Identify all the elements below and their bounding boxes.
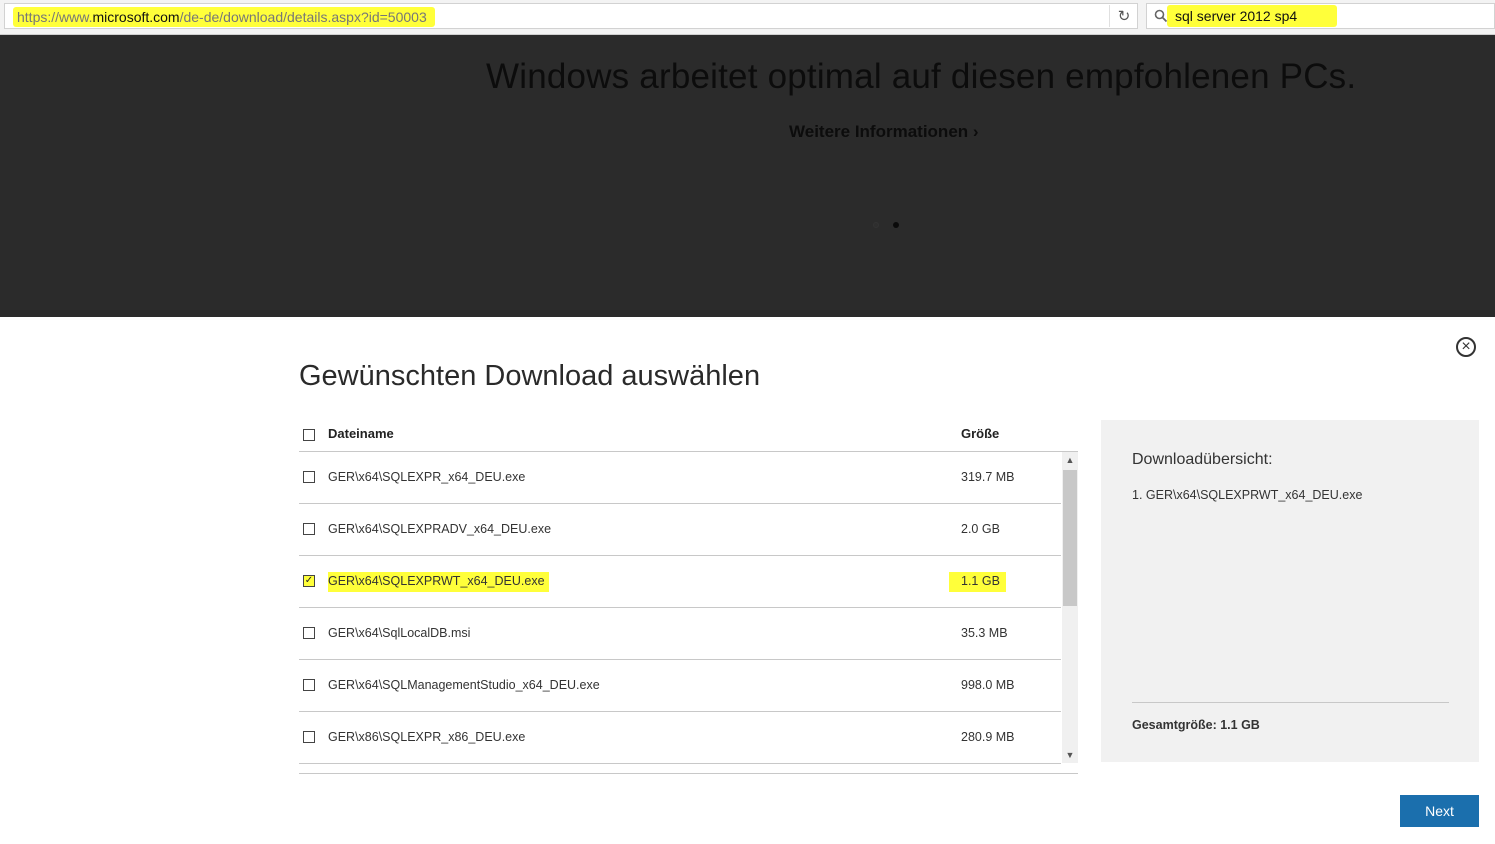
more-info-link-label: Weitere Informationen (789, 122, 969, 141)
scroll-thumb[interactable] (1063, 470, 1077, 606)
file-checkbox[interactable] (303, 523, 315, 535)
column-header-size: Größe (961, 426, 1000, 441)
file-name: GER\x64\SQLEXPR_x64_DEU.exe (328, 470, 526, 484)
dialog-title: Gewünschten Download auswählen (299, 360, 761, 392)
file-size: 998.0 MB (961, 678, 1015, 692)
column-header-name: Dateiname (328, 426, 394, 441)
file-checkbox[interactable] (303, 731, 315, 743)
download-summary-panel: Downloadübersicht: 1. GER\x64\SQLEXPRWT_… (1101, 420, 1479, 762)
file-name: GER\x64\SqlLocalDB.msi (328, 626, 471, 640)
table-row[interactable]: GER\x64\SQLManagementStudio_x64_DEU.exe 9… (299, 660, 1061, 712)
file-checkbox[interactable] (303, 679, 315, 691)
carousel-indicators (873, 215, 913, 233)
file-size: 35.3 MB (961, 626, 1008, 640)
file-list-scrollbar[interactable]: ▲ ▼ (1062, 452, 1078, 763)
file-size: 1.1 GB (949, 572, 1006, 592)
carousel-dot[interactable] (873, 222, 879, 228)
file-name: GER\x64\SQLManagementStudio_x64_DEU.exe (328, 678, 600, 692)
browser-search-box[interactable]: sql server 2012 sp4 (1146, 3, 1495, 29)
summary-item: 1. GER\x64\SQLEXPRWT_x64_DEU.exe (1132, 488, 1363, 502)
summary-total-size: Gesamtgröße: 1.1 GB (1132, 718, 1260, 732)
next-button[interactable]: Next (1400, 795, 1479, 827)
table-row[interactable]: GER\x64\SQLEXPR_x64_DEU.exe 319.7 MB (299, 452, 1061, 504)
table-row[interactable]: ✓ GER\x64\SQLEXPRWT_x64_DEU.exe 1.1 GB (299, 556, 1061, 608)
summary-title: Downloadübersicht: (1132, 451, 1273, 468)
chevron-right-icon: › (972, 122, 979, 141)
hero-banner: Windows arbeitet optimal auf diesen empf… (0, 35, 1495, 317)
file-name: GER\x64\SQLEXPRWT_x64_DEU.exe (328, 572, 549, 592)
url-prefix: https://www. (17, 9, 93, 25)
select-all-checkbox[interactable] (303, 429, 315, 441)
file-size: 319.7 MB (961, 470, 1015, 484)
file-name: GER\x64\SQLEXPRADV_x64_DEU.exe (328, 522, 552, 536)
file-list: GER\x64\SQLEXPR_x64_DEU.exe 319.7 MB GER\x… (299, 452, 1061, 772)
file-size: 2.0 GB (961, 522, 1000, 536)
search-input[interactable]: sql server 2012 sp4 (1167, 5, 1337, 27)
file-size: 280.9 MB (961, 730, 1015, 744)
file-checkbox[interactable] (303, 627, 315, 639)
more-info-link[interactable]: Weitere Informationen › (789, 122, 979, 142)
address-bar[interactable]: https://www.microsoft.com/de-de/download… (4, 3, 1138, 29)
browser-toolbar: https://www.microsoft.com/de-de/download… (0, 0, 1495, 35)
close-icon[interactable]: × (1456, 337, 1476, 357)
file-name: GER\x86\SQLEXPR_x86_DEU.exe (328, 730, 526, 744)
url-text[interactable]: https://www.microsoft.com/de-de/download… (13, 7, 435, 27)
hero-title: Windows arbeitet optimal auf diesen empf… (486, 57, 1357, 96)
table-row[interactable]: GER\x64\SQLEXPRADV_x64_DEU.exe 2.0 GB (299, 504, 1061, 556)
reload-icon[interactable]: ↻ (1109, 5, 1138, 27)
table-header: Dateiname Größe (299, 418, 1078, 452)
summary-divider (1132, 702, 1449, 703)
url-host: microsoft.com (92, 9, 180, 25)
table-row[interactable]: GER\x64\SqlLocalDB.msi 35.3 MB (299, 608, 1061, 660)
scroll-up-icon[interactable]: ▲ (1062, 452, 1078, 468)
file-table: Dateiname Größe GER\x64\SQLEXPR_x64_DEU.… (299, 418, 1078, 774)
table-row[interactable]: GER\x86\SQLEXPR_x86_DEU.exe 280.9 MB (299, 712, 1061, 764)
scroll-down-icon[interactable]: ▼ (1062, 747, 1078, 763)
file-checkbox[interactable] (303, 471, 315, 483)
carousel-dot-active[interactable] (893, 222, 899, 228)
file-checkbox[interactable]: ✓ (303, 575, 315, 587)
url-path: /de-de/download/details.aspx?id=50003 (179, 9, 427, 25)
